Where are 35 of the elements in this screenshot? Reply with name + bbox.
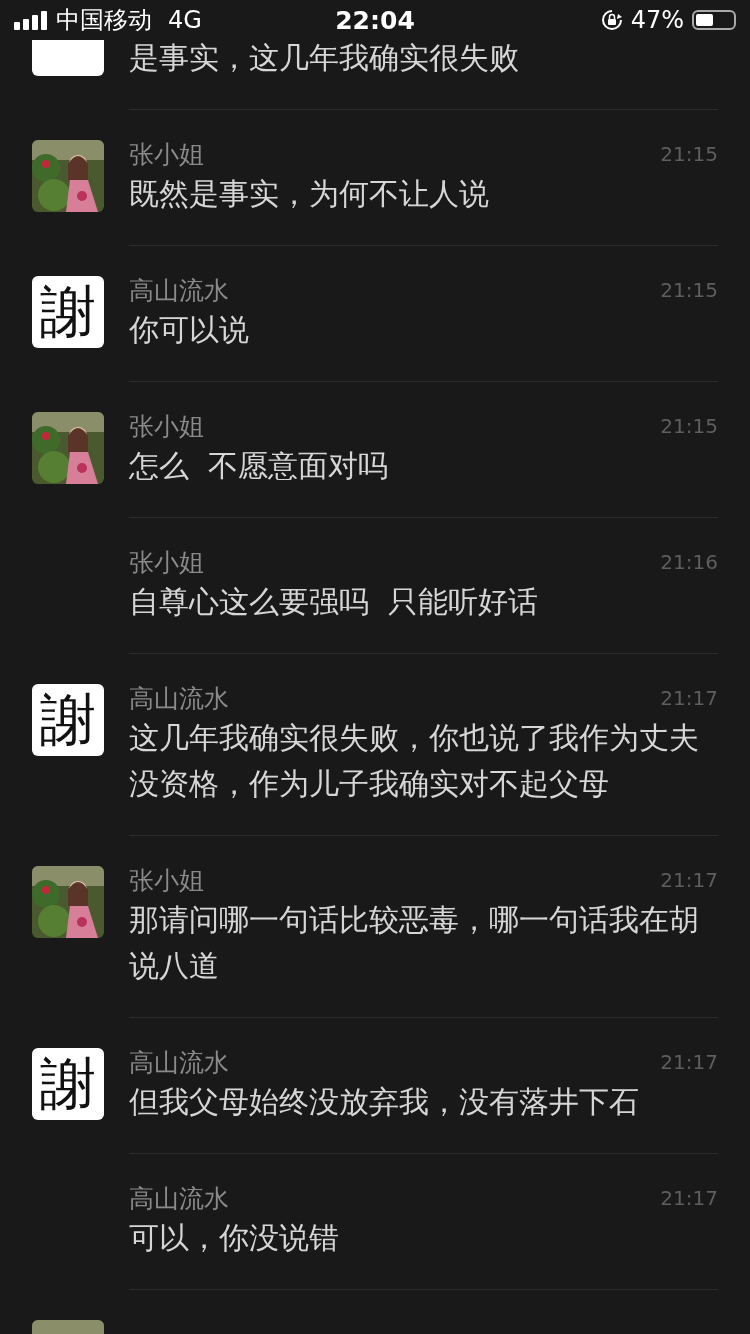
message-text: 既然是事实，为何不让人说 <box>129 175 490 213</box>
sender-name: 张小姐 <box>129 864 204 897</box>
sender-name: 高山流水 <box>129 1046 229 1079</box>
sender-name: 张小姐 <box>129 138 204 171</box>
sender-name: 张小姐 <box>129 546 204 579</box>
carrier-name: 中国移动 <box>56 5 152 36</box>
avatar-glyph[interactable]: 謝 <box>32 684 104 756</box>
message-time: 21:17 <box>660 868 718 892</box>
sender-name: 高山流水 <box>129 1182 229 1215</box>
message-text: 怎么 不愿意面对吗 <box>129 447 390 485</box>
message-time: 21:17 <box>660 686 718 710</box>
message-time: 21:15 <box>660 278 718 302</box>
battery-percent: 47% <box>630 6 684 34</box>
avatar-glyph[interactable]: 謝 <box>32 1048 104 1120</box>
message-text: 可以，你没说错 <box>129 1219 340 1257</box>
message-time: 21:15 <box>660 142 718 166</box>
message-text: 自尊心这么要强吗 只能听好话 <box>129 583 540 621</box>
sender-name: 张小姐 <box>129 410 204 443</box>
avatar-glyph[interactable]: 謝 <box>32 276 104 348</box>
sender-name: 高山流水 <box>129 274 229 307</box>
message-text: 这几年我确实很失败，你也说了我作为丈夫没资格，作为儿子我确实对不起父母 <box>129 719 700 803</box>
sender-name: 高山流水 <box>129 682 229 715</box>
message-time: 21:17 <box>660 1186 718 1210</box>
message-text: 那请问哪一句话比较恶毒，哪一句话我在胡说八道 <box>129 901 700 985</box>
message-text: 你可以说 <box>129 311 250 349</box>
message-time: 21:16 <box>660 550 718 574</box>
status-time: 22:04 <box>335 5 415 35</box>
message-text: 但我父母始终没放弃我，没有落井下石 <box>129 1083 640 1121</box>
rotation-lock-icon <box>600 9 623 31</box>
battery-icon <box>692 10 736 30</box>
network-type: 4G <box>168 6 202 34</box>
message-time: 21:17 <box>660 1050 718 1074</box>
message-time: 21:15 <box>660 414 718 438</box>
signal-icon <box>14 10 48 30</box>
message-text: 是事实，这几年我确实很失败 <box>129 39 520 77</box>
